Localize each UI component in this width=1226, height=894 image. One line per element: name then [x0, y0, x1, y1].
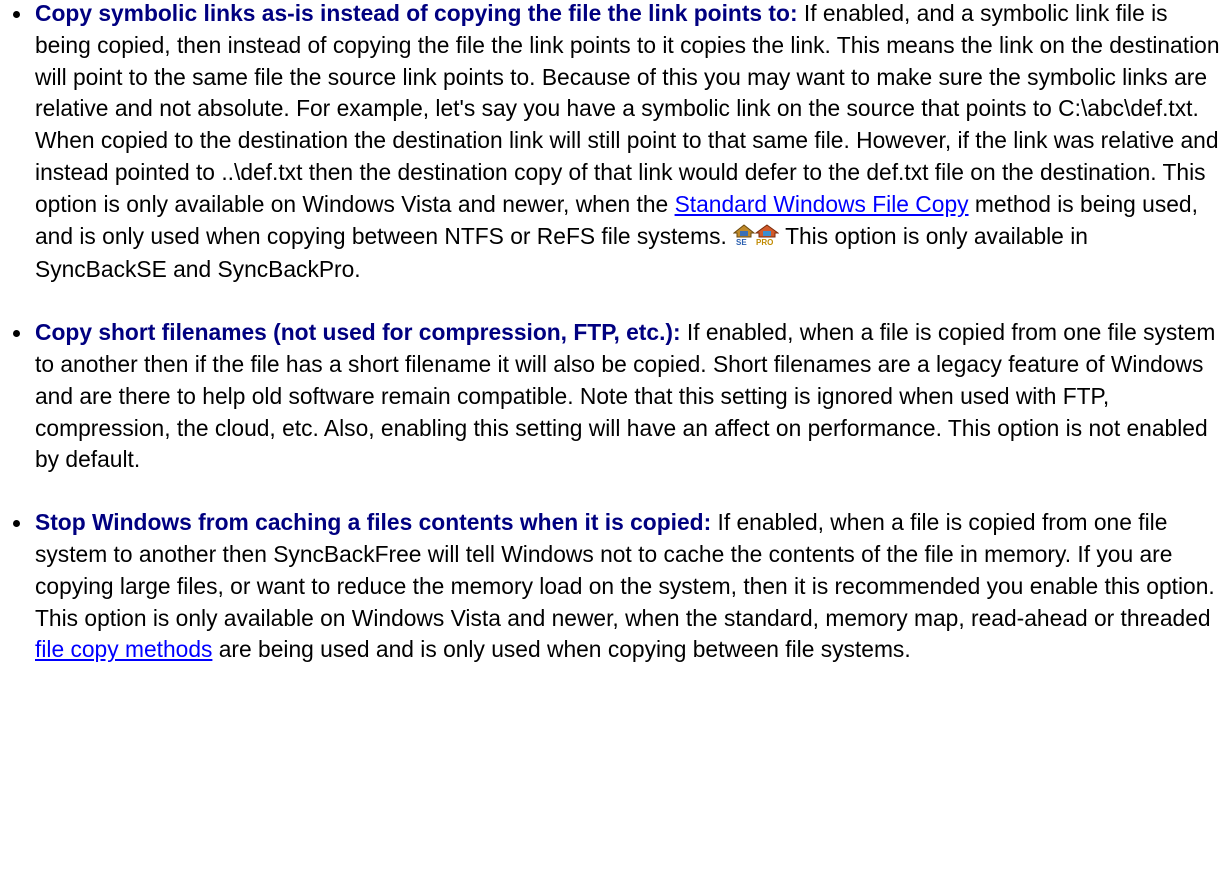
option-stop-windows-caching: Stop Windows from caching a files conten…	[0, 507, 1226, 666]
options-list: Copy symbolic links as-is instead of cop…	[0, 0, 1226, 666]
syncbackpro-icon: PRO	[755, 223, 780, 246]
option-copy-symbolic-links: Copy symbolic links as-is instead of cop…	[0, 0, 1226, 286]
file-copy-methods-link[interactable]: file copy methods	[35, 636, 212, 662]
svg-text:PRO: PRO	[756, 238, 773, 246]
bullet	[13, 520, 20, 528]
option-description: If enabled, and a symbolic link file is …	[35, 0, 1220, 217]
help-document: Copy symbolic links as-is instead of cop…	[0, 0, 1226, 894]
option-title: Copy short filenames (not used for compr…	[35, 319, 681, 346]
svg-text:SE: SE	[736, 238, 747, 246]
option-description-continued: are being used and is only used when cop…	[212, 636, 911, 663]
option-title: Stop Windows from caching a files conten…	[35, 509, 712, 536]
edition-icons: SE PRO	[733, 223, 780, 255]
option-copy-short-filenames: Copy short filenames (not used for compr…	[0, 317, 1226, 476]
bullet	[13, 11, 20, 18]
option-title: Copy symbolic links as-is instead of cop…	[35, 0, 798, 26]
bullet	[13, 330, 20, 338]
syncbackse-icon: SE	[733, 223, 756, 246]
standard-windows-file-copy-link[interactable]: Standard Windows File Copy	[675, 191, 969, 217]
